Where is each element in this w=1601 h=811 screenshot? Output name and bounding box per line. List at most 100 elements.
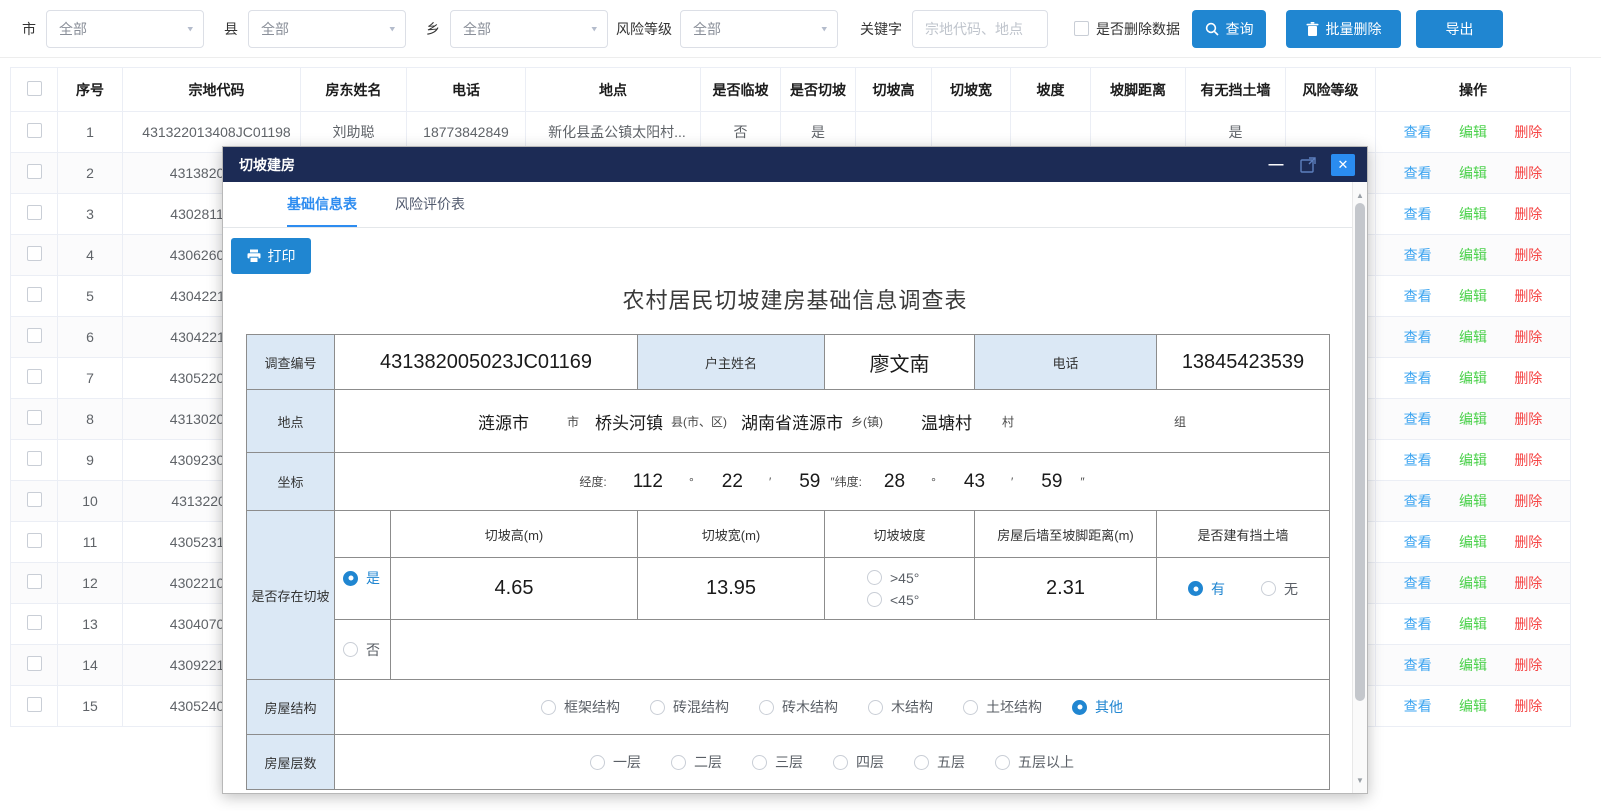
edit-link[interactable]: 编辑 [1459,655,1487,675]
row-checkbox[interactable] [27,615,42,630]
radio-option[interactable]: >45° [867,570,919,586]
radio-option[interactable]: 三层 [752,752,803,772]
view-link[interactable]: 查看 [1404,491,1432,511]
edit-link[interactable]: 编辑 [1459,532,1487,552]
delete-link[interactable]: 删除 [1514,204,1542,224]
delete-link[interactable]: 删除 [1514,573,1542,593]
row-checkbox[interactable] [27,123,42,138]
delete-link[interactable]: 删除 [1514,327,1542,347]
edit-link[interactable]: 编辑 [1459,163,1487,183]
radio-option[interactable]: 五层以上 [995,752,1074,772]
view-link[interactable]: 查看 [1404,204,1432,224]
radio-option[interactable]: 是 [343,568,380,588]
dialog-scrollbar[interactable]: ▲ ▼ [1352,182,1367,793]
row-checkbox[interactable] [27,328,42,343]
delete-link[interactable]: 删除 [1514,696,1542,716]
radio-option[interactable]: 无 [1261,579,1298,599]
view-link[interactable]: 查看 [1404,532,1432,552]
row-checkbox[interactable] [27,287,42,302]
row-checkbox[interactable] [27,205,42,220]
edit-link[interactable]: 编辑 [1459,204,1487,224]
row-checkbox[interactable] [27,574,42,589]
maximize-icon[interactable] [1300,156,1317,173]
row-checkbox[interactable] [27,492,42,507]
delete-link[interactable]: 删除 [1514,286,1542,306]
delete-link[interactable]: 删除 [1514,122,1542,142]
edit-link[interactable]: 编辑 [1459,614,1487,634]
delete-link[interactable]: 删除 [1514,163,1542,183]
row-checkbox[interactable] [27,451,42,466]
edit-link[interactable]: 编辑 [1459,327,1487,347]
delete-link[interactable]: 删除 [1514,532,1542,552]
deleted-data-checkbox[interactable] [1074,21,1089,36]
delete-link[interactable]: 删除 [1514,409,1542,429]
view-link[interactable]: 查看 [1404,655,1432,675]
delete-link[interactable]: 删除 [1514,614,1542,634]
close-icon[interactable]: ✕ [1331,154,1355,176]
delete-link[interactable]: 删除 [1514,368,1542,388]
view-link[interactable]: 查看 [1404,573,1432,593]
view-link[interactable]: 查看 [1404,163,1432,183]
location-county: 桥头河镇 [595,409,663,434]
radio-option[interactable]: <45° [867,592,919,608]
risk-level-select[interactable]: 全部 ▾ [680,10,838,48]
edit-link[interactable]: 编辑 [1459,409,1487,429]
radio-option[interactable]: 其他 [1072,697,1123,717]
radio-option[interactable]: 有 [1188,579,1225,599]
view-link[interactable]: 查看 [1404,614,1432,634]
city-select[interactable]: 全部 ▾ [46,10,204,48]
delete-link[interactable]: 删除 [1514,245,1542,265]
view-link[interactable]: 查看 [1404,368,1432,388]
view-link[interactable]: 查看 [1404,450,1432,470]
minimize-icon[interactable]: — [1268,157,1284,173]
edit-link[interactable]: 编辑 [1459,696,1487,716]
delete-link[interactable]: 删除 [1514,491,1542,511]
print-button[interactable]: 打印 [231,238,311,274]
scrollbar-thumb[interactable] [1355,203,1365,701]
county-select[interactable]: 全部 ▾ [248,10,406,48]
row-checkbox[interactable] [27,246,42,261]
edit-link[interactable]: 编辑 [1459,368,1487,388]
radio-option[interactable]: 否 [343,640,380,660]
edit-link[interactable]: 编辑 [1459,122,1487,142]
radio-option[interactable]: 一层 [590,752,641,772]
scroll-up-icon[interactable]: ▲ [1353,188,1367,202]
view-link[interactable]: 查看 [1404,122,1432,142]
row-checkbox[interactable] [27,656,42,671]
radio-option[interactable]: 砖混结构 [650,697,729,717]
edit-link[interactable]: 编辑 [1459,450,1487,470]
edit-link[interactable]: 编辑 [1459,286,1487,306]
view-link[interactable]: 查看 [1404,245,1432,265]
radio-option[interactable]: 框架结构 [541,697,620,717]
radio-option[interactable]: 四层 [833,752,884,772]
edit-link[interactable]: 编辑 [1459,573,1487,593]
radio-option[interactable]: 五层 [914,752,965,772]
radio-option[interactable]: 木结构 [868,697,933,717]
row-checkbox[interactable] [27,369,42,384]
row-checkbox[interactable] [27,533,42,548]
row-checkbox[interactable] [27,410,42,425]
view-link[interactable]: 查看 [1404,327,1432,347]
tab-basic-info[interactable]: 基础信息表 [287,182,357,227]
view-link[interactable]: 查看 [1404,696,1432,716]
query-button[interactable]: 查询 [1192,10,1266,48]
radio-option[interactable]: 土坯结构 [963,697,1042,717]
row-checkbox[interactable] [27,697,42,712]
radio-option[interactable]: 二层 [671,752,722,772]
view-link[interactable]: 查看 [1404,409,1432,429]
edit-link[interactable]: 编辑 [1459,245,1487,265]
delete-link[interactable]: 删除 [1514,655,1542,675]
radio-option[interactable]: 砖木结构 [759,697,838,717]
batch-delete-button[interactable]: 批量删除 [1286,10,1401,48]
keyword-input[interactable] [912,10,1048,48]
select-all-checkbox[interactable] [27,81,42,96]
longitude-degrees: 112 [633,471,663,493]
tab-risk-evaluation[interactable]: 风险评价表 [395,182,465,227]
export-button[interactable]: 导出 [1416,10,1503,48]
delete-link[interactable]: 删除 [1514,450,1542,470]
row-checkbox[interactable] [27,164,42,179]
edit-link[interactable]: 编辑 [1459,491,1487,511]
scroll-down-icon[interactable]: ▼ [1353,773,1367,787]
view-link[interactable]: 查看 [1404,286,1432,306]
town-select[interactable]: 全部 ▾ [450,10,608,48]
